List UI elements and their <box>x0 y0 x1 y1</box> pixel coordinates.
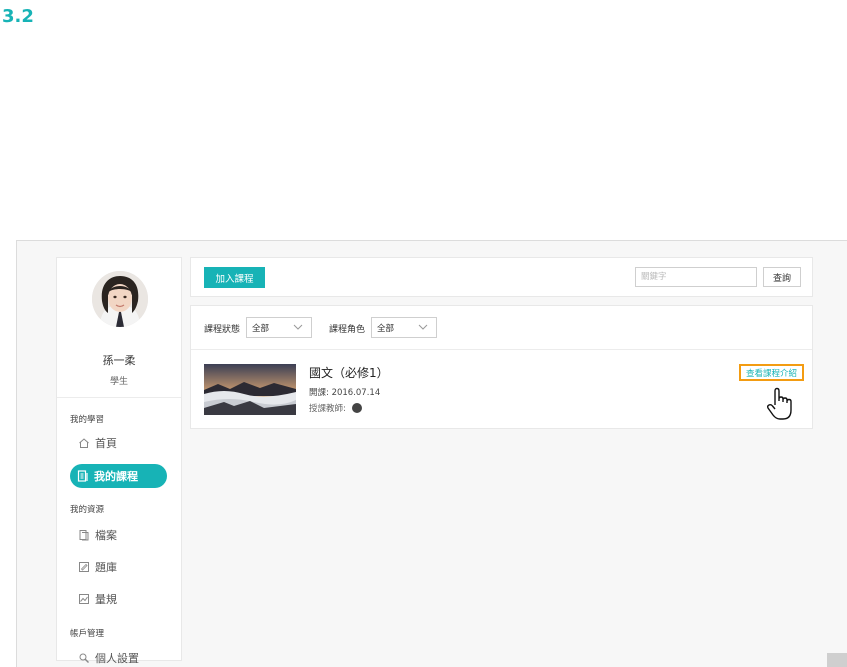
avatar <box>92 271 148 327</box>
role-filter-value: 全部 <box>377 323 395 334</box>
sidebar-item-label: 檔案 <box>95 529 117 542</box>
course-list: 課程狀態 全部 課程角色 全部 國文（必修1） 開課: 2016.07.14 授… <box>190 305 813 429</box>
question-bank-icon <box>77 560 91 574</box>
settings-icon <box>77 651 91 665</box>
teacher-label: 授課教師: <box>309 404 346 414</box>
role-filter-select[interactable]: 全部 <box>371 317 437 338</box>
list-divider <box>191 349 812 350</box>
status-filter-value: 全部 <box>252 323 270 334</box>
role-filter-label: 課程角色 <box>329 325 366 335</box>
file-icon <box>77 528 91 542</box>
sidebar-item-label: 個人設置 <box>95 652 139 665</box>
sidebar-item-label: 我的課程 <box>94 470 138 483</box>
course-teacher: 授課教師: <box>309 402 362 414</box>
sidebar-item-label: 量規 <box>95 593 117 606</box>
step-number: 3.2 <box>2 6 34 27</box>
course-icon <box>76 469 90 483</box>
search-input[interactable] <box>635 267 757 287</box>
course-thumbnail[interactable] <box>204 364 296 415</box>
chevron-down-icon <box>293 322 303 335</box>
chevron-down-icon <box>418 322 428 335</box>
sidebar-item-my-courses[interactable]: 我的課程 <box>70 464 167 488</box>
nav-section-learning: 我的學習 <box>70 415 105 425</box>
sidebar: 孫一柔 學生 我的學習 首頁 我的課程 我的資源 檔案 題庫 量規 帳戶管理 個… <box>56 257 182 665</box>
hand-cursor-icon <box>766 387 796 425</box>
nav-section-resources: 我的資源 <box>70 505 105 515</box>
add-course-button[interactable]: 加入課程 <box>204 267 265 288</box>
nav-section-account: 帳戶管理 <box>70 629 105 639</box>
sidebar-item-label: 首頁 <box>95 437 117 450</box>
teacher-avatar[interactable] <box>351 403 362 413</box>
sidebar-item-personal-settings[interactable]: 個人設置 <box>71 646 167 667</box>
sidebar-divider <box>57 397 181 398</box>
toolbar: 加入課程 查詢 <box>190 257 813 297</box>
home-icon <box>77 436 91 450</box>
sidebar-item-label: 題庫 <box>95 561 117 574</box>
query-button[interactable]: 查詢 <box>763 267 801 287</box>
user-name: 孫一柔 <box>102 354 136 367</box>
view-course-intro-link[interactable]: 查看課程介紹 <box>739 364 804 381</box>
status-filter-select[interactable]: 全部 <box>246 317 312 338</box>
user-role: 學生 <box>109 377 128 387</box>
app-frame: 孫一柔 學生 我的學習 首頁 我的課程 我的資源 檔案 題庫 量規 帳戶管理 個… <box>16 240 847 667</box>
status-filter-label: 課程狀態 <box>204 325 241 335</box>
rubric-icon <box>77 592 91 606</box>
sidebar-item-files[interactable]: 檔案 <box>71 523 167 547</box>
sidebar-item-rubric[interactable]: 量規 <box>71 587 167 611</box>
course-title[interactable]: 國文（必修1） <box>309 364 389 381</box>
course-date: 開課: 2016.07.14 <box>309 388 381 398</box>
sidebar-item-question-bank[interactable]: 題庫 <box>71 555 167 579</box>
sidebar-item-home[interactable]: 首頁 <box>71 431 167 455</box>
scroll-handle[interactable] <box>827 653 847 667</box>
